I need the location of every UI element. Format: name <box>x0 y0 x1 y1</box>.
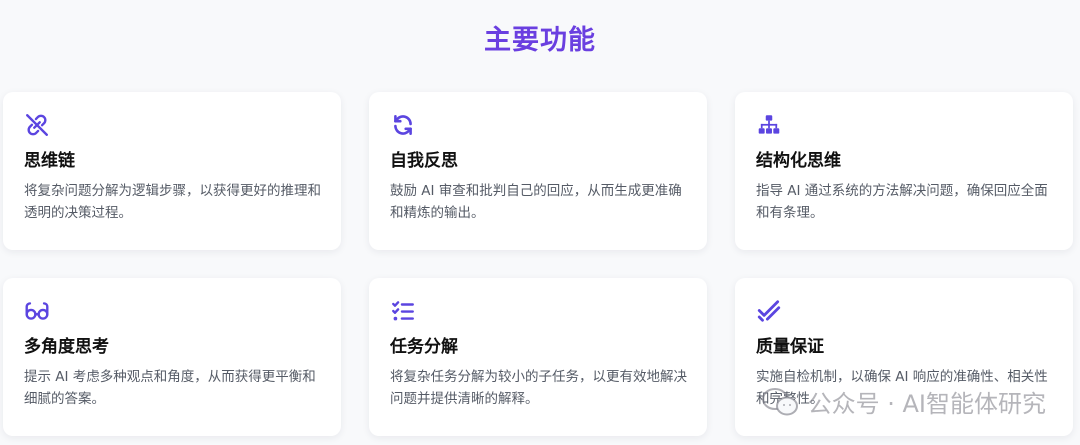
watermark-text: 公众号 · AI智能体研究 <box>807 390 1046 418</box>
feature-description: 鼓励 AI 审查和批判自己的回应，从而生成更准确和精炼的输出。 <box>390 183 682 221</box>
glasses-icon <box>24 298 50 324</box>
feature-card-task-decomposition: 任务分解 将复杂任务分解为较小的子任务，以更有效地解决问题并提供清晰的解释。 <box>369 278 707 436</box>
link-broken-icon <box>24 112 50 138</box>
hierarchy-icon <box>756 112 782 138</box>
feature-title: 多角度思考 <box>24 337 109 357</box>
watermark: 公众号 · AI智能体研究 <box>760 384 1046 419</box>
feature-title: 任务分解 <box>390 337 458 357</box>
feature-description: 将复杂任务分解为较小的子任务，以更有效地解决问题并提供清晰的解释。 <box>390 369 687 407</box>
feature-card-self-reflection: 自我反思 鼓励 AI 审查和批判自己的回应，从而生成更准确和精炼的输出。 <box>369 92 707 250</box>
feature-card-chain-of-thought: 思维链 将复杂问题分解为逻辑步骤，以获得更好的推理和透明的决策过程。 <box>3 92 341 250</box>
checklist-icon <box>390 298 416 324</box>
feature-description: 提示 AI 考虑多种观点和角度，从而获得更平衡和细腻的答案。 <box>24 369 316 407</box>
double-check-icon <box>756 298 782 324</box>
feature-title: 质量保证 <box>756 337 824 357</box>
refresh-icon <box>390 112 416 138</box>
feature-description: 将复杂问题分解为逻辑步骤，以获得更好的推理和透明的决策过程。 <box>24 183 321 221</box>
page-title: 主要功能 <box>484 25 596 56</box>
wechat-icon <box>760 386 800 418</box>
feature-card-structured-thinking: 结构化思维 指导 AI 通过系统的方法解决问题，确保回应全面和有条理。 <box>735 92 1073 250</box>
feature-title: 思维链 <box>24 151 75 171</box>
feature-description: 指导 AI 通过系统的方法解决问题，确保回应全面和有条理。 <box>756 183 1048 221</box>
page: 主要功能 思维链 将复杂问题分解为逻辑步骤，以获得更好的推理和透明的决策过程。 <box>0 0 1080 445</box>
feature-card-multi-perspective: 多角度思考 提示 AI 考虑多种观点和角度，从而获得更平衡和细腻的答案。 <box>3 278 341 436</box>
feature-title: 自我反思 <box>390 151 458 171</box>
feature-title: 结构化思维 <box>756 151 841 171</box>
